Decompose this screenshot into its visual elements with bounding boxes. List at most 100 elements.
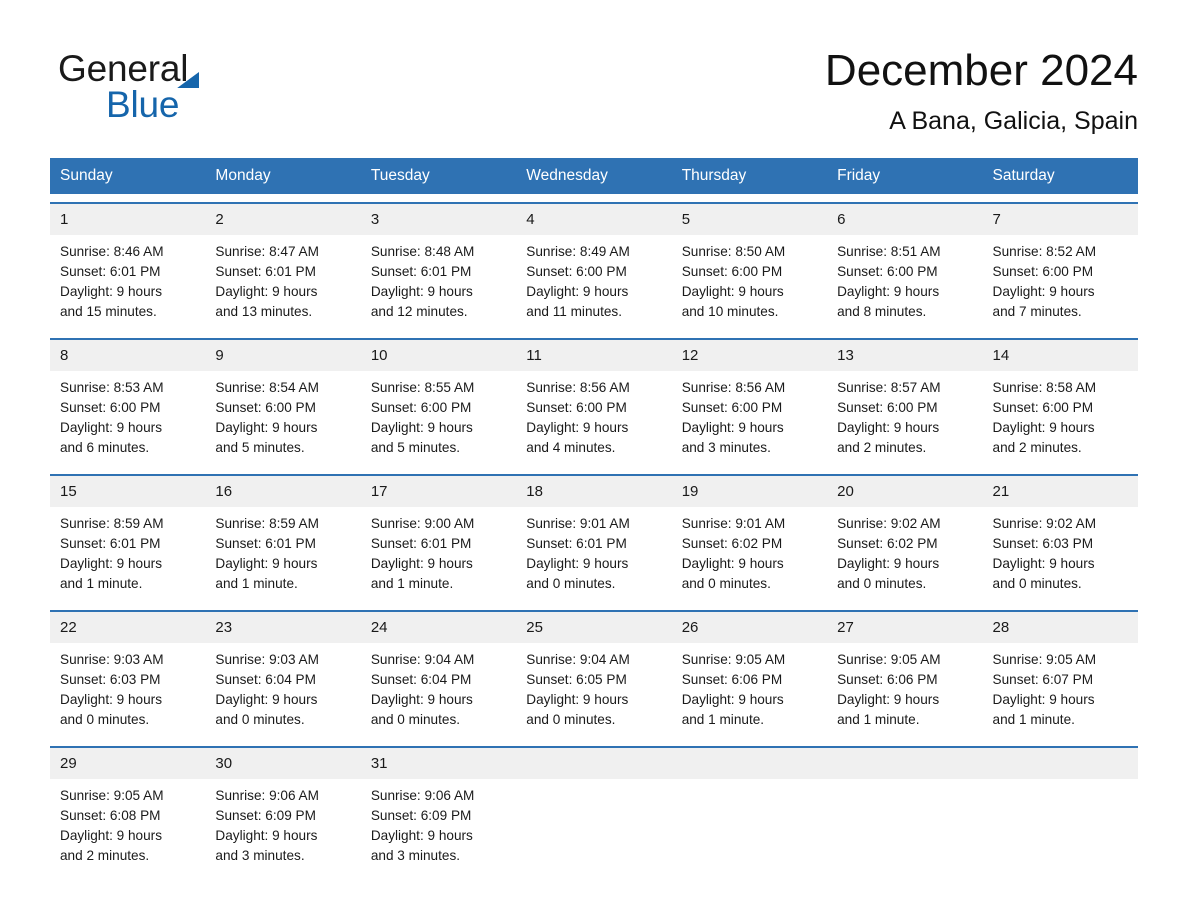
day-number[interactable]: 26 [672,612,827,643]
day-cell[interactable]: Sunrise: 8:58 AM Sunset: 6:00 PM Dayligh… [983,371,1138,466]
day-cell[interactable]: Sunrise: 9:05 AM Sunset: 6:06 PM Dayligh… [672,643,827,738]
day-cell[interactable]: Sunrise: 9:04 AM Sunset: 6:05 PM Dayligh… [516,643,671,738]
day-cell[interactable]: Sunrise: 9:05 AM Sunset: 6:08 PM Dayligh… [50,779,205,874]
sunrise-text: Sunrise: 9:04 AM [526,652,630,667]
day-cell[interactable]: Sunrise: 8:51 AM Sunset: 6:00 PM Dayligh… [827,235,982,330]
day-number[interactable]: 7 [983,204,1138,235]
day-number[interactable]: 4 [516,204,671,235]
sunrise-text: Sunrise: 9:02 AM [992,516,1097,531]
day-cell[interactable]: Sunrise: 8:56 AM Sunset: 6:00 PM Dayligh… [516,371,671,466]
sunrise-text: Sunrise: 8:58 AM [992,380,1097,395]
sunrise-text: Sunrise: 8:46 AM [60,244,164,259]
sunrise-text: Sunrise: 9:01 AM [681,516,786,531]
daylight-text-line1: Daylight: 9 hours [60,692,163,707]
day-cell[interactable]: Sunrise: 8:49 AM Sunset: 6:00 PM Dayligh… [516,235,671,330]
daylight-text-line1: Daylight: 9 hours [370,556,473,571]
sunrise-text: Sunrise: 8:49 AM [526,244,630,259]
weekday-header-monday: Monday [215,167,271,184]
week-info-band: Sunrise: 8:59 AM Sunset: 6:01 PM Dayligh… [50,507,1138,602]
daylight-text-line1: Daylight: 9 hours [215,420,318,435]
day-cell[interactable]: Sunrise: 9:01 AM Sunset: 6:01 PM Dayligh… [516,507,671,602]
logo-text-blue: Blue [106,84,180,125]
day-number[interactable]: 19 [672,476,827,507]
day-cell[interactable]: Sunrise: 8:46 AM Sunset: 6:01 PM Dayligh… [50,235,205,330]
day-cell[interactable]: Sunrise: 8:48 AM Sunset: 6:01 PM Dayligh… [361,235,516,330]
day-cell[interactable]: Sunrise: 8:53 AM Sunset: 6:00 PM Dayligh… [50,371,205,466]
daylight-text-line1: Daylight: 9 hours [992,284,1095,299]
day-cell[interactable]: Sunrise: 9:05 AM Sunset: 6:06 PM Dayligh… [827,643,982,738]
day-cell[interactable]: Sunrise: 9:01 AM Sunset: 6:02 PM Dayligh… [672,507,827,602]
sunset-text: Sunset: 6:02 PM [681,536,783,551]
day-number[interactable]: 10 [361,340,516,371]
day-number[interactable]: 23 [205,612,360,643]
day-number[interactable]: 22 [50,612,205,643]
day-cell[interactable]: Sunrise: 9:04 AM Sunset: 6:04 PM Dayligh… [361,643,516,738]
day-number[interactable]: 29 [50,748,205,779]
daylight-text-line2: and 0 minutes. [681,576,771,591]
day-number[interactable]: 9 [205,340,360,371]
day-number[interactable]: 13 [827,340,982,371]
day-cell[interactable]: Sunrise: 8:54 AM Sunset: 6:00 PM Dayligh… [205,371,360,466]
sunset-text: Sunset: 6:07 PM [992,672,1094,687]
day-cell[interactable]: Sunrise: 9:02 AM Sunset: 6:03 PM Dayligh… [983,507,1138,602]
day-cell[interactable]: Sunrise: 8:47 AM Sunset: 6:01 PM Dayligh… [205,235,360,330]
weekday-header-saturday: Saturday [992,167,1055,184]
day-cell[interactable]: Sunrise: 9:02 AM Sunset: 6:02 PM Dayligh… [827,507,982,602]
day-number[interactable]: 8 [50,340,205,371]
generalblue-logo[interactable]: General Blue [58,48,318,140]
daylight-text-line2: and 3 minutes. [215,848,305,863]
day-number[interactable]: 1 [50,204,205,235]
day-number[interactable]: 31 [361,748,516,779]
sunset-text: Sunset: 6:00 PM [526,400,627,415]
day-number[interactable]: 5 [672,204,827,235]
sunset-text: Sunset: 6:01 PM [215,536,316,551]
day-cell[interactable]: Sunrise: 9:06 AM Sunset: 6:09 PM Dayligh… [205,779,360,874]
day-number[interactable]: 6 [827,204,982,235]
day-number[interactable]: 14 [983,340,1138,371]
daylight-text-line1: Daylight: 9 hours [215,556,318,571]
day-cell[interactable]: Sunrise: 9:03 AM Sunset: 6:03 PM Dayligh… [50,643,205,738]
daylight-text-line2: and 10 minutes. [681,304,779,319]
daylight-text-line2: and 1 minute. [60,576,143,591]
day-cell[interactable]: Sunrise: 8:59 AM Sunset: 6:01 PM Dayligh… [50,507,205,602]
day-number[interactable]: 15 [50,476,205,507]
daylight-text-line2: and 7 minutes. [992,304,1082,319]
day-cell[interactable]: Sunrise: 8:55 AM Sunset: 6:00 PM Dayligh… [361,371,516,466]
day-number[interactable]: 24 [361,612,516,643]
day-number[interactable]: 16 [205,476,360,507]
day-number-empty [516,748,671,779]
sunrise-text: Sunrise: 9:02 AM [837,516,941,531]
sunrise-text: Sunrise: 8:57 AM [837,380,941,395]
sunrise-text: Sunrise: 9:04 AM [370,652,475,667]
week-date-band: 15 16 17 18 19 20 21 [50,476,1138,507]
daylight-text-line2: and 8 minutes. [837,304,927,319]
day-cell[interactable]: Sunrise: 9:05 AM Sunset: 6:07 PM Dayligh… [983,643,1138,738]
day-cell[interactable]: Sunrise: 8:56 AM Sunset: 6:00 PM Dayligh… [672,371,827,466]
daylight-text-line2: and 1 minute. [370,576,454,591]
daylight-text-line2: and 0 minutes. [60,712,150,727]
day-number[interactable]: 25 [516,612,671,643]
sunrise-text: Sunrise: 9:05 AM [60,788,164,803]
day-cell[interactable]: Sunrise: 9:00 AM Sunset: 6:01 PM Dayligh… [361,507,516,602]
day-number[interactable]: 3 [361,204,516,235]
day-number[interactable]: 18 [516,476,671,507]
day-number[interactable]: 2 [205,204,360,235]
sunrise-text: Sunrise: 9:05 AM [837,652,941,667]
day-cell[interactable]: Sunrise: 8:57 AM Sunset: 6:00 PM Dayligh… [827,371,982,466]
day-cell[interactable]: Sunrise: 9:03 AM Sunset: 6:04 PM Dayligh… [205,643,360,738]
day-number[interactable]: 21 [983,476,1138,507]
day-number[interactable]: 20 [827,476,982,507]
day-number[interactable]: 28 [983,612,1138,643]
day-number[interactable]: 27 [827,612,982,643]
day-number[interactable]: 17 [361,476,516,507]
day-number[interactable]: 12 [672,340,827,371]
day-cell[interactable]: Sunrise: 8:52 AM Sunset: 6:00 PM Dayligh… [983,235,1138,330]
daylight-text-line2: and 11 minutes. [526,304,622,319]
weekday-header-thursday: Thursday [681,167,747,184]
day-cell[interactable]: Sunrise: 8:50 AM Sunset: 6:00 PM Dayligh… [672,235,827,330]
day-number[interactable]: 30 [205,748,360,779]
day-number[interactable]: 11 [516,340,671,371]
day-cell[interactable]: Sunrise: 8:59 AM Sunset: 6:01 PM Dayligh… [205,507,360,602]
daylight-text-line2: and 0 minutes. [992,576,1082,591]
day-cell[interactable]: Sunrise: 9:06 AM Sunset: 6:09 PM Dayligh… [361,779,516,874]
